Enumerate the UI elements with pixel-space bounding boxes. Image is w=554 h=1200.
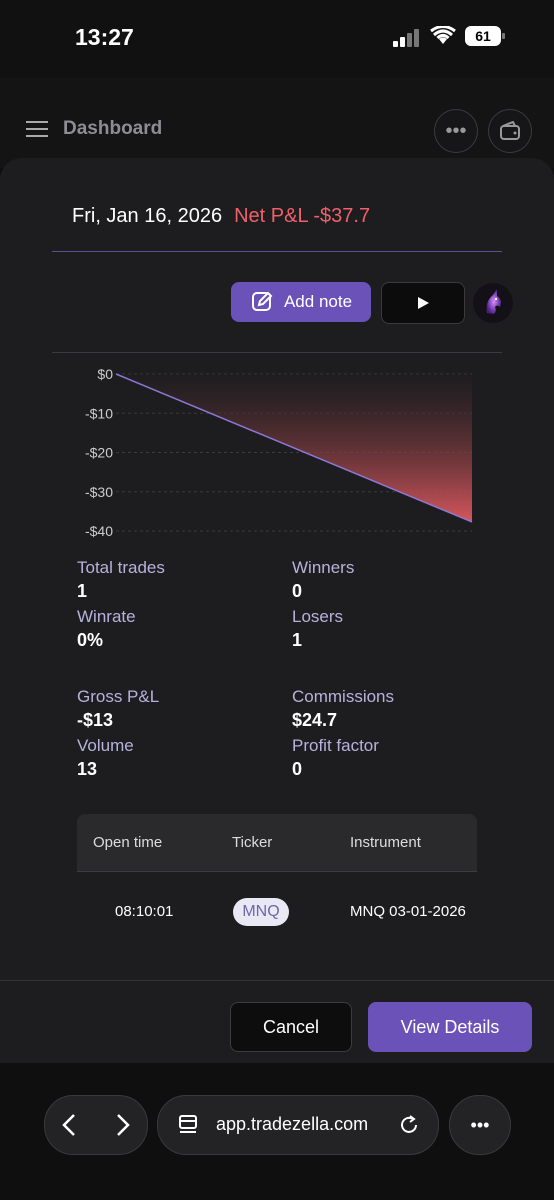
stat-label: Commissions (292, 687, 395, 706)
stat-commissions: Commissions $24.7 (292, 687, 394, 731)
stat-label: Volume (77, 736, 134, 755)
pl-area-chart: $0 -$10 -$20 -$30 -$40 (85, 366, 473, 539)
y-tick-label: -$30 (85, 484, 113, 500)
back-arrow-icon[interactable] (61, 1113, 77, 1137)
ai-assistant-avatar[interactable] (473, 283, 513, 323)
stat-total-trades: Total trades 1 (77, 558, 165, 602)
wifi-icon (430, 26, 456, 44)
nav-buttons (44, 1095, 148, 1155)
day-summary-modal: Fri, Jan 16, 2026 Net P&L -$37.7 Add not… (0, 158, 554, 1063)
unicorn-logo-icon (486, 289, 501, 314)
cell-instrument: MNQ 03-01-2026 (350, 903, 466, 920)
ellipsis-icon: ••• (470, 1114, 490, 1135)
stat-label: Total trades (77, 558, 165, 577)
stat-label: Losers (292, 607, 344, 626)
stat-value: 0 (292, 581, 303, 601)
trades-table: Open time Ticker Instrument 08:10:01 MNQ… (77, 814, 477, 934)
stat-profit-factor: Profit factor 0 (292, 736, 379, 780)
play-replay-button[interactable] (381, 282, 465, 324)
y-tick-label: -$20 (85, 445, 113, 461)
net-pl-value: Net P&L -$37.7 (234, 205, 371, 227)
app-header: Dashboard ••• (0, 78, 554, 168)
y-tick-label: $0 (97, 366, 113, 382)
page-title: Dashboard (63, 118, 163, 139)
stat-label: Gross P&L (77, 687, 160, 706)
cellular-signal-icon (393, 29, 421, 47)
stat-value: 13 (77, 759, 98, 779)
stat-losers: Losers 1 (292, 607, 343, 651)
stat-value: -$13 (77, 710, 114, 730)
add-note-button[interactable]: Add note (231, 282, 371, 322)
more-options-button[interactable]: ••• (434, 109, 478, 153)
clock: 13:27 (75, 24, 134, 50)
browser-more-button[interactable]: ••• (449, 1095, 511, 1155)
browser-toolbar: app.tradezella.com ••• (0, 1063, 554, 1200)
stat-label: Profit factor (292, 736, 379, 755)
column-header-open-time[interactable]: Open time (93, 834, 162, 851)
chart-divider (52, 352, 502, 353)
stat-value: 1 (292, 630, 303, 650)
y-tick-label: -$40 (85, 523, 113, 539)
stat-value: $24.7 (292, 710, 338, 730)
stat-value: 0 (292, 759, 303, 779)
address-bar[interactable]: app.tradezella.com (157, 1095, 439, 1155)
wallet-icon (500, 121, 520, 140)
hamburger-menu-icon[interactable] (26, 121, 48, 137)
add-note-label: Add note (283, 292, 353, 311)
status-bar: 13:27 61 (0, 0, 554, 78)
stat-winrate: Winrate 0% (77, 607, 136, 651)
wallet-button[interactable] (488, 109, 532, 153)
url-text: app.tradezella.com (216, 1114, 369, 1134)
trade-date: Fri, Jan 16, 2026 (72, 205, 223, 227)
stat-value: 0% (77, 630, 104, 650)
battery-icon: 61 (465, 26, 505, 46)
header-divider (52, 251, 502, 252)
cell-open-time: 08:10:01 (115, 903, 174, 920)
ellipsis-icon: ••• (445, 119, 467, 142)
table-header: Open time Ticker Instrument (77, 814, 477, 872)
stat-volume: Volume 13 (77, 736, 134, 780)
ticker-badge[interactable]: MNQ (233, 898, 289, 926)
column-header-ticker[interactable]: Ticker (232, 834, 272, 851)
stat-label: Winrate (77, 607, 136, 626)
cancel-button[interactable]: Cancel (230, 1002, 352, 1052)
play-icon (418, 297, 429, 309)
stat-winners: Winners 0 (292, 558, 354, 602)
stat-label: Winners (292, 558, 355, 577)
view-details-button[interactable]: View Details (368, 1002, 532, 1052)
stat-gross-pl: Gross P&L -$13 (77, 687, 159, 731)
modal-header: Fri, Jan 16, 2026 Net P&L -$37.7 (72, 205, 370, 228)
edit-note-icon (251, 291, 273, 311)
reload-icon[interactable] (398, 1114, 420, 1136)
y-tick-label: -$10 (85, 405, 113, 421)
footer-divider (0, 980, 554, 981)
forward-arrow-icon[interactable] (115, 1113, 131, 1137)
column-header-instrument[interactable]: Instrument (350, 834, 421, 851)
stat-value: 1 (77, 581, 88, 601)
page-menu-icon[interactable] (178, 1114, 198, 1136)
